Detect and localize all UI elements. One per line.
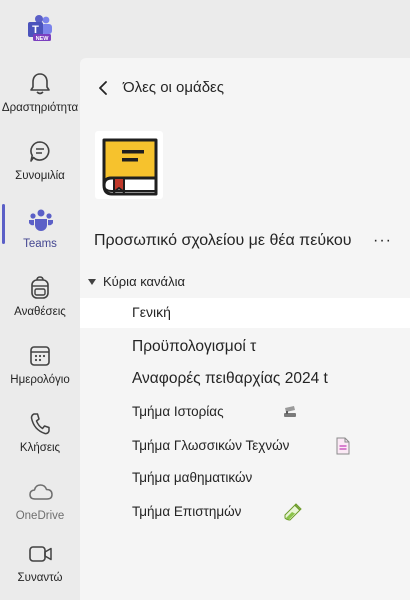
backpack-icon bbox=[31, 276, 49, 299]
channel-label: Τμήμα Ιστορίας bbox=[132, 404, 224, 419]
svg-text:NEW: NEW bbox=[36, 36, 50, 42]
rail-label-teams: Teams bbox=[23, 238, 57, 250]
team-panel: Όλες οι ομάδες Προσωπικό σχολείου με θέα… bbox=[80, 58, 410, 600]
channel-label: Τμήμα Γλωσσικών Τεχνών bbox=[132, 438, 290, 453]
rail-label-activity: Δραστηριότητα bbox=[1, 102, 79, 114]
rail-item-calendar[interactable]: Ημερολόγιο bbox=[0, 334, 80, 400]
channel-label: Τμήμα Επιστημών bbox=[132, 504, 242, 519]
rail-item-activity[interactable]: Δραστηριότητα bbox=[0, 62, 80, 128]
chevron-left-icon bbox=[99, 81, 107, 95]
channel-item[interactable]: Τμήμα Ιστορίας bbox=[80, 398, 410, 428]
teams-icon bbox=[29, 209, 53, 231]
stapler-icon bbox=[284, 406, 296, 417]
cloud-icon bbox=[29, 484, 53, 500]
channel-label: Προϋπολογισμοί τ bbox=[132, 338, 257, 355]
channel-label: Αναφορές πειθαρχίας 2024 t bbox=[132, 370, 328, 387]
rail-item-teams[interactable]: Teams bbox=[0, 198, 80, 264]
app-header: T NEW bbox=[0, 0, 410, 58]
rail-item-calls[interactable]: Κλήσεις bbox=[0, 402, 80, 468]
channel-item[interactable]: Γενική bbox=[80, 298, 410, 328]
channel-item[interactable]: Τμήμα Επιστημών bbox=[80, 498, 410, 528]
app-rail: Δραστηριότητα Συνομιλία Teams Αναθέσεις bbox=[0, 58, 80, 600]
back-label: Όλες οι ομάδες bbox=[123, 79, 224, 96]
rail-label-meet: Συναντώ bbox=[17, 572, 63, 584]
channel-label: Γενική bbox=[132, 304, 171, 320]
bell-icon bbox=[30, 73, 50, 95]
team-name: Προσωπικό σχολείου με θέα πεύκου bbox=[94, 232, 352, 249]
channel-label: Τμήμα μαθηματικών bbox=[132, 470, 253, 485]
chat-icon bbox=[30, 141, 50, 162]
channel-item[interactable]: Αναφορές πειθαρχίας 2024 t bbox=[80, 364, 410, 394]
caret-down-icon bbox=[88, 279, 96, 285]
rail-label-chat: Συνομιλία bbox=[15, 170, 65, 182]
channel-item[interactable]: Τμήμα Γλωσσικών Τεχνών bbox=[80, 432, 410, 462]
team-avatar-book-icon bbox=[95, 131, 163, 199]
rail-label-onedrive: OneDrive bbox=[15, 510, 65, 522]
channel-item[interactable]: Τμήμα μαθηματικών bbox=[80, 464, 410, 494]
video-camera-icon bbox=[29, 546, 52, 562]
teams-logo-icon: T NEW bbox=[28, 15, 52, 42]
rail-label-calendar: Ημερολόγιο bbox=[10, 374, 70, 386]
rail-item-chat[interactable]: Συνομιλία bbox=[0, 130, 80, 196]
more-options-button[interactable]: ··· bbox=[373, 232, 392, 250]
rail-item-onedrive[interactable]: OneDrive bbox=[0, 470, 80, 536]
team-header: Προσωπικό σχολείου με θέα πεύκου ··· bbox=[80, 230, 410, 258]
rail-item-assignments[interactable]: Αναθέσεις bbox=[0, 266, 80, 332]
rail-label-assignments: Αναθέσεις bbox=[14, 306, 66, 318]
phone-icon bbox=[30, 413, 50, 435]
document-icon bbox=[336, 437, 350, 455]
rail-label-calls: Κλήσεις bbox=[19, 442, 61, 454]
section-label: Κύρια κανάλια bbox=[103, 274, 185, 289]
test-tube-icon bbox=[284, 503, 302, 521]
rail-item-meet[interactable]: Συναντώ bbox=[0, 532, 80, 598]
calendar-icon bbox=[30, 346, 50, 366]
channel-item[interactable]: Προϋπολογισμοί τ bbox=[80, 332, 410, 362]
